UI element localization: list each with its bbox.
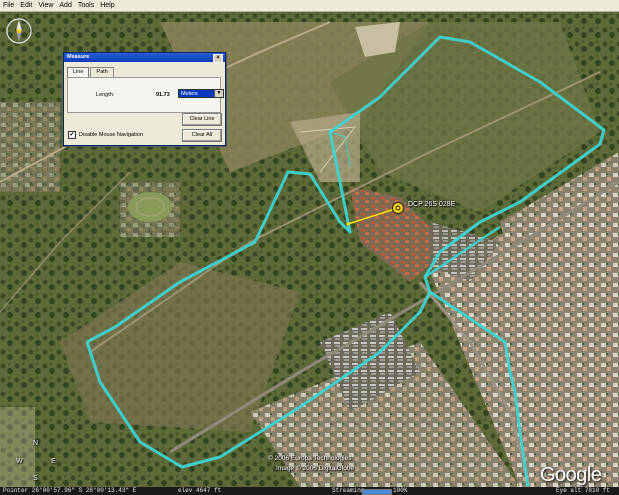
disable-nav-checkbox[interactable]: ✔ bbox=[68, 131, 76, 139]
disable-nav-row: ✔ Disable Mouse Navigation bbox=[68, 131, 143, 139]
tab-path[interactable]: Path bbox=[90, 67, 114, 77]
menu-add[interactable]: Add bbox=[56, 2, 74, 9]
google-logo: Google bbox=[540, 464, 602, 486]
copyright-digitalglobe: Image © 2006 DigitalGlobe bbox=[276, 465, 355, 472]
copyright-europa: © 2006 Europa Technologies bbox=[268, 455, 352, 462]
streaming-progress-bar bbox=[362, 489, 392, 495]
dialog-title-bar[interactable]: Measure × bbox=[64, 53, 225, 63]
tab-panel: Length: 91.73 Meters ▼ bbox=[67, 77, 224, 113]
streaming-percent: 100% bbox=[393, 487, 408, 494]
placemark-icon[interactable] bbox=[391, 201, 405, 215]
tab-strip: Line Path bbox=[67, 67, 115, 77]
compass-west: W bbox=[16, 458, 23, 465]
disable-nav-label: Disable Mouse Navigation bbox=[79, 132, 143, 138]
chevron-down-icon[interactable]: ▼ bbox=[214, 90, 223, 97]
placemark-label[interactable]: DCP 26S 028E bbox=[408, 201, 455, 208]
menu-file[interactable]: File bbox=[0, 2, 17, 9]
menu-bar: File Edit View Add Tools Help bbox=[0, 0, 619, 12]
menu-tools[interactable]: Tools bbox=[75, 2, 97, 9]
tab-line[interactable]: Line bbox=[67, 67, 90, 77]
pointer-coordinates: Pointer 26°00'57.96" S 28°00'13.43" E bbox=[3, 487, 137, 494]
menu-view[interactable]: View bbox=[35, 2, 56, 9]
compass-south: S bbox=[33, 475, 38, 482]
compass-icon[interactable] bbox=[0, 12, 38, 50]
compass-north: N bbox=[33, 440, 39, 447]
eye-altitude: Eye alt 7810 ft bbox=[556, 487, 611, 494]
close-icon[interactable]: × bbox=[213, 54, 223, 63]
elevation-readout: elev 4647 ft bbox=[178, 487, 222, 494]
unit-select-value: Meters bbox=[181, 91, 198, 97]
dialog-title: Measure bbox=[67, 54, 90, 60]
menu-help[interactable]: Help bbox=[97, 2, 117, 9]
streaming-label: Streaming bbox=[332, 487, 365, 494]
clear-all-button[interactable]: Clear All bbox=[182, 129, 222, 142]
measure-dialog: Measure × Line Path Length: 91.73 Meters… bbox=[63, 52, 226, 146]
menu-edit[interactable]: Edit bbox=[17, 2, 35, 9]
length-value: 91.73 bbox=[156, 92, 170, 98]
clear-line-button[interactable]: Clear Line bbox=[182, 113, 222, 126]
compass-east: E bbox=[51, 458, 56, 465]
unit-select[interactable]: Meters ▼ bbox=[178, 89, 224, 98]
length-label: Length: bbox=[96, 92, 115, 98]
status-bar: Pointer 26°00'57.96" S 28°00'13.43" E el… bbox=[0, 487, 619, 495]
